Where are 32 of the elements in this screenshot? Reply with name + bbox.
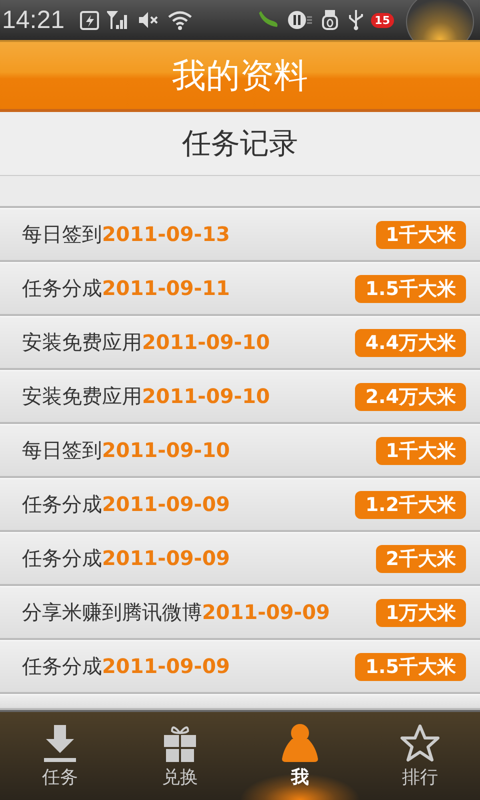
record-text: 任务分成2011-09-09 [22,653,230,680]
pause-icon [286,9,313,31]
star-icon [400,723,440,763]
record-text: 每日签到2011-09-10 [22,437,230,464]
reward-tag: 1.2千大米 [355,490,466,518]
reward-tag: 1.5千大米 [355,652,466,680]
reward-tag: 1千大米 [376,220,466,248]
person-icon [282,723,318,763]
record-text: 每日签到2011-09-13 [22,221,230,248]
reward-tag: 2千大米 [376,544,466,572]
tab[interactable]: 兑换 [120,712,240,800]
record-text: 任务分成2011-09-11 [22,275,230,302]
tab[interactable]: 任务 [0,712,120,800]
page-title: 我的资料 [172,54,308,98]
download-icon [42,723,78,763]
notification-badge: 15 [370,12,394,28]
battery-icon [78,9,101,31]
reward-tag: 1千大米 [376,436,466,464]
tab[interactable]: 排行 [360,712,480,800]
record-text: 任务分成2011-09-09 [22,545,230,572]
clock: 14:21 [2,6,65,34]
record-text: 分享米赚到腾讯微博2011-09-09 [22,599,330,626]
reward-tag: 1.5千大米 [355,274,466,302]
wifi-icon [166,9,193,31]
section-title: 任务记录 [182,124,298,162]
usb-icon [346,9,365,31]
reward-tag: 4.4万大米 [355,328,466,356]
record-text: 任务分成2011-09-09 [22,491,230,518]
reward-tag: 2.4万大米 [355,382,466,410]
reward-tag: 1万大米 [376,598,466,626]
record-text: 安装免费应用2011-09-10 [22,329,270,356]
record-text: 安装免费应用2011-09-10 [22,383,270,410]
